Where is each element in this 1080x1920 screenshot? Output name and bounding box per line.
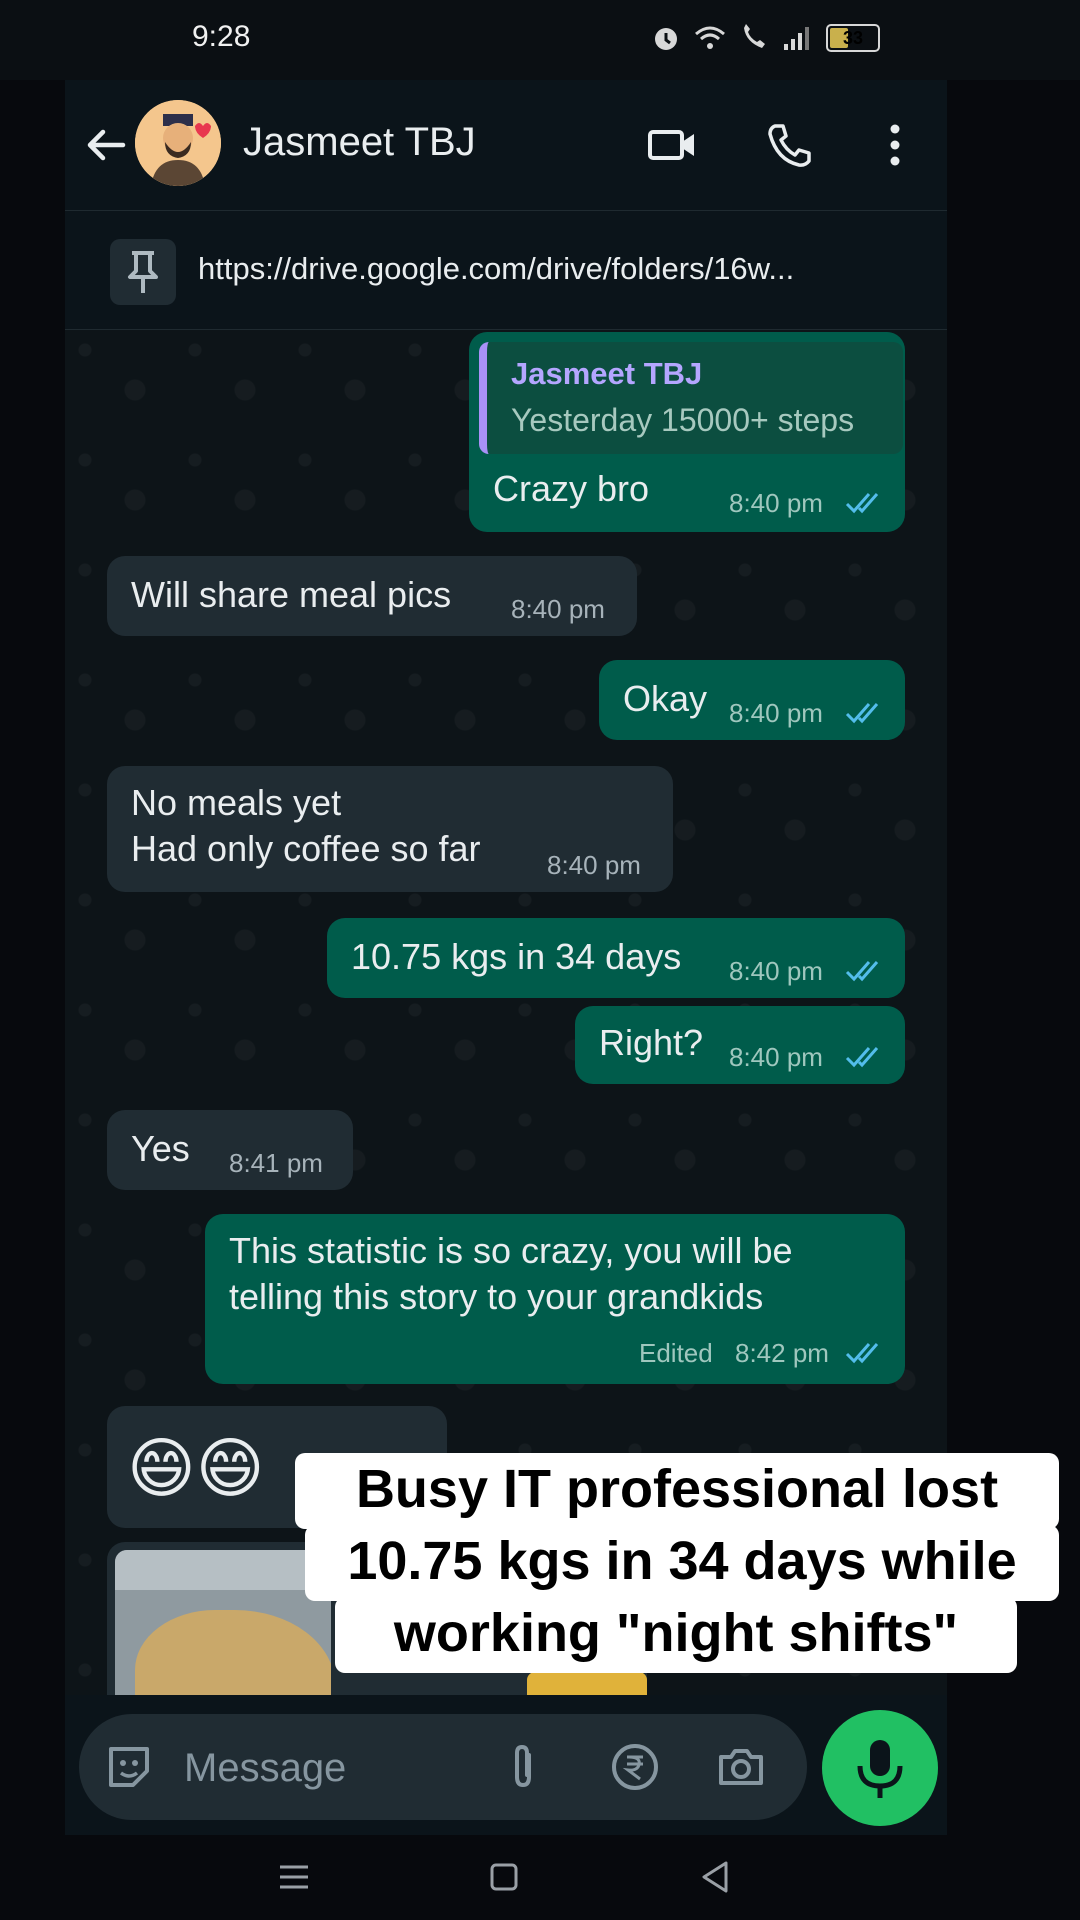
back-arrow-icon[interactable] [83, 122, 129, 168]
camera-icon[interactable] [715, 1741, 767, 1793]
message-text: Right? [599, 1022, 704, 1063]
read-receipt-icon [845, 961, 879, 982]
wifi-calling-icon [744, 24, 765, 48]
message-text: 10.75 kgs in 34 days [351, 936, 682, 977]
message-text: Crazy bro [493, 468, 650, 509]
status-icons: 33 [650, 22, 880, 54]
caption-line: 10.75 kgs in 34 days while [305, 1525, 1059, 1601]
system-nav-bar [0, 1835, 1080, 1920]
alarm-icon [655, 28, 677, 50]
read-receipt-icon [845, 1343, 879, 1364]
message-bubble-outgoing[interactable]: Okay 8:40 pm [599, 660, 905, 740]
message-text: Yes [131, 1128, 190, 1169]
edited-label: Edited [639, 1338, 713, 1368]
read-receipt-icon [845, 703, 879, 724]
message-time: 8:40 pm [547, 850, 641, 880]
status-bar: 9:28 33 [0, 0, 1080, 80]
read-receipt-icon [845, 1047, 879, 1068]
message-bubble-outgoing[interactable]: 10.75 kgs in 34 days 8:40 pm [327, 918, 905, 998]
message-text: Okay [623, 678, 708, 719]
voice-call-icon[interactable] [765, 120, 815, 170]
caption-line: Busy IT professional lost [295, 1453, 1059, 1529]
quoted-message[interactable]: Jasmeet TBJ Yesterday 15000+ steps [479, 342, 903, 454]
contact-avatar[interactable] [135, 100, 221, 186]
recents-icon[interactable] [274, 1857, 314, 1897]
battery-indicator: 33 [826, 24, 880, 52]
status-time: 9:28 [192, 20, 251, 53]
avatar-image [135, 100, 221, 186]
message-time: 8:40 pm [729, 488, 823, 518]
home-icon[interactable] [484, 1857, 524, 1897]
back-nav-icon[interactable] [696, 1857, 736, 1897]
message-text-line: No meals yet [131, 782, 342, 823]
message-text-line: This statistic is so crazy, you will be [229, 1230, 793, 1271]
message-time: 8:40 pm [729, 1042, 823, 1072]
message-time: 8:40 pm [511, 594, 605, 624]
message-time: 8:40 pm [729, 956, 823, 986]
emoji-message: 😄😄 [127, 1431, 265, 1505]
message-time: 8:40 pm [729, 698, 823, 728]
chat-header: Jasmeet TBJ [65, 80, 947, 211]
message-time: 8:41 pm [229, 1148, 323, 1178]
contact-name[interactable]: Jasmeet TBJ [243, 120, 476, 165]
battery-level: 33 [842, 28, 864, 48]
message-text-line: Had only coffee so far [131, 828, 481, 869]
wifi-icon [695, 26, 725, 49]
payment-rupee-icon[interactable] [609, 1741, 661, 1793]
message-bubble-outgoing[interactable]: Right? 8:40 pm [575, 1006, 905, 1084]
message-text-line: telling this story to your grandkids [229, 1276, 764, 1317]
message-bubble-incoming[interactable]: Will share meal pics 8:40 pm [107, 556, 637, 636]
message-bubble-incoming[interactable]: Yes 8:41 pm [107, 1110, 353, 1190]
caption-overlay: Busy IT professional lost 10.75 kgs in 3… [295, 1453, 1059, 1693]
quoted-text: Yesterday 15000+ steps [511, 402, 855, 438]
message-bubble-outgoing[interactable]: This statistic is so crazy, you will be … [205, 1214, 905, 1384]
video-call-icon[interactable] [647, 120, 697, 170]
message-time: 8:42 pm [735, 1338, 829, 1368]
message-bubble-incoming[interactable]: No meals yet Had only coffee so far 8:40… [107, 766, 673, 892]
message-input[interactable]: Message [79, 1714, 807, 1820]
input-bar: Message [65, 1700, 947, 1835]
mic-button[interactable] [822, 1710, 938, 1826]
message-text: Will share meal pics [131, 574, 452, 615]
read-receipt-icon [845, 493, 879, 514]
quoted-sender: Jasmeet TBJ [511, 356, 703, 391]
pinned-message-bar[interactable]: https://drive.google.com/drive/folders/1… [65, 211, 947, 330]
message-placeholder: Message [184, 1746, 347, 1790]
message-bubble-outgoing[interactable]: Jasmeet TBJ Yesterday 15000+ steps Crazy… [469, 332, 905, 532]
microphone-icon [857, 1740, 903, 1798]
attach-icon[interactable] [497, 1741, 549, 1793]
sticker-icon[interactable] [103, 1741, 155, 1793]
pinned-link[interactable]: https://drive.google.com/drive/folders/1… [198, 251, 794, 287]
caption-line: working "night shifts" [335, 1597, 1017, 1673]
signal-icon [784, 27, 809, 50]
pin-icon [128, 251, 158, 293]
pin-icon-container [110, 239, 176, 305]
more-options-icon[interactable] [870, 120, 920, 170]
